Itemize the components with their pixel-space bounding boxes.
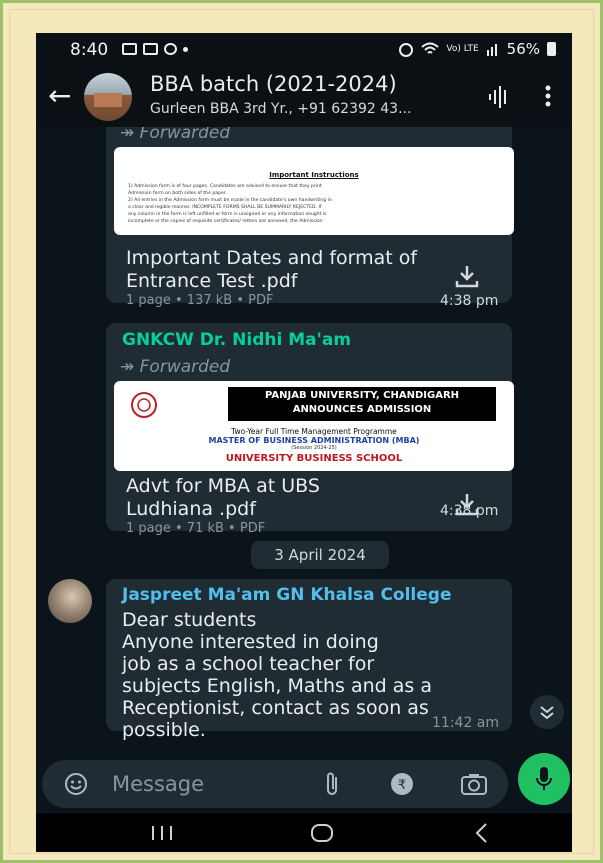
phone-screen: 8:40 Vo) LTE 56% ← BBA batch (2021-2024)…: [36, 33, 572, 852]
back-arrow-icon[interactable]: ←: [48, 79, 71, 112]
message-time: 4:38 pm: [440, 293, 499, 309]
mic-button[interactable]: [518, 753, 570, 805]
file-meta: 1 page • 71 kB • PDF: [126, 521, 266, 536]
document-preview[interactable]: Important Instructions 1) Admission form…: [114, 147, 514, 235]
preview-heading: Important Instructions: [269, 171, 359, 179]
network-type: Vo) LTE: [446, 43, 479, 54]
attach-icon[interactable]: [324, 771, 340, 797]
more-notifications-icon: [183, 47, 188, 52]
message-placeholder[interactable]: Message: [112, 772, 204, 796]
message-document-1[interactable]: ↠ Forwarded Important Instructions 1) Ad…: [106, 127, 514, 309]
file-name[interactable]: Advt for MBA at UBS Ludhiana .pdf: [126, 475, 366, 521]
chat-members[interactable]: Gurleen BBA 3rd Yr., +91 62392 43...: [150, 101, 411, 117]
forward-icon: ↠: [120, 127, 140, 143]
university-seal-icon: [131, 392, 157, 418]
voice-call-icon[interactable]: [488, 86, 510, 108]
settings-notification-icon: [164, 43, 177, 55]
recent-apps-icon[interactable]: [150, 824, 174, 842]
download-icon[interactable]: [454, 491, 480, 517]
chat-area[interactable]: ↠ Forwarded Important Instructions 1) Ad…: [36, 127, 572, 757]
back-nav-icon[interactable]: [474, 822, 490, 844]
status-bar: 8:40 Vo) LTE 56%: [36, 33, 572, 67]
system-nav-bar: [36, 813, 572, 852]
message-text-3[interactable]: Jaspreet Ma'am GN Khalsa College Dear st…: [106, 579, 512, 741]
scroll-to-bottom-button[interactable]: [530, 695, 564, 729]
svg-text:₹: ₹: [398, 778, 406, 793]
battery-percent: 56%: [506, 40, 540, 58]
gallery-notification-icon: [122, 43, 137, 55]
sender-name[interactable]: GNKCW Dr. Nidhi Ma'am: [122, 330, 351, 350]
chevron-down-icon: [540, 706, 554, 720]
chat-header: ← BBA batch (2021-2024) Gurleen BBA 3rd …: [36, 67, 572, 127]
chat-title[interactable]: BBA batch (2021-2024): [150, 72, 397, 96]
forwarded-label: ↠ Forwarded: [120, 127, 230, 143]
sender-avatar[interactable]: [48, 579, 92, 623]
message-time: 11:42 am: [432, 715, 500, 731]
forward-icon: ↠: [120, 357, 140, 377]
file-name[interactable]: Important Dates and format of Entrance T…: [126, 247, 446, 293]
photo-frame: 8:40 Vo) LTE 56% ← BBA batch (2021-2024)…: [0, 0, 603, 863]
battery-icon: [547, 42, 556, 56]
youtube-notification-icon: [143, 43, 158, 55]
message-document-2[interactable]: GNKCW Dr. Nidhi Ma'am ↠ Forwarded PANJAB…: [106, 323, 514, 536]
mic-icon: [536, 767, 552, 790]
message-input[interactable]: Message ₹: [42, 760, 508, 808]
emoji-icon[interactable]: [64, 772, 88, 796]
file-meta: 1 page • 137 kB • PDF: [126, 293, 274, 308]
home-icon[interactable]: [310, 822, 334, 844]
status-time: 8:40: [70, 40, 109, 60]
preview-banner: PANJAB UNIVERSITY, CHANDIGARH ANNOUNCES …: [228, 387, 496, 421]
group-avatar[interactable]: [84, 73, 132, 121]
rupee-icon[interactable]: ₹: [390, 772, 414, 796]
message-time: 4:38 pm: [440, 503, 499, 519]
alarm-icon: [399, 43, 414, 57]
composer: Message ₹: [36, 753, 572, 813]
signal-icon: [486, 44, 497, 56]
camera-icon[interactable]: [460, 772, 488, 796]
notification-icons: [122, 43, 188, 55]
forwarded-label: ↠ Forwarded: [120, 357, 231, 377]
message-body[interactable]: Dear students Anyone interested in doing…: [122, 609, 432, 741]
document-preview[interactable]: PANJAB UNIVERSITY, CHANDIGARH ANNOUNCES …: [114, 381, 514, 471]
sender-name[interactable]: Jaspreet Ma'am GN Khalsa College: [122, 585, 452, 605]
wifi-icon: [421, 42, 440, 54]
status-right: Vo) LTE 56%: [398, 40, 556, 58]
more-options-icon[interactable]: [545, 85, 551, 107]
preview-lines: 1) Admission form is of four pages. Cand…: [128, 184, 332, 224]
download-icon[interactable]: [454, 263, 480, 289]
preview-body: Two-Year Full Time Management Programme …: [208, 427, 420, 464]
date-divider: 3 April 2024: [251, 541, 389, 569]
